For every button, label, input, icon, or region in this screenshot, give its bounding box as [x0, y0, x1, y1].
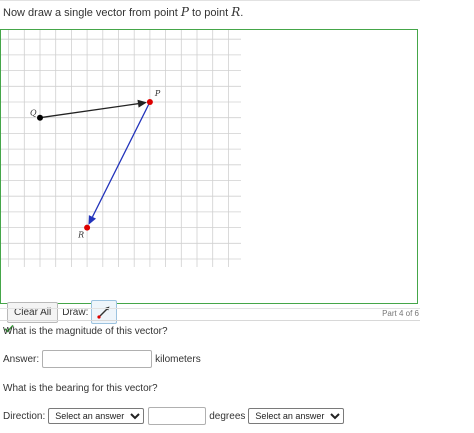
grid: [1, 30, 241, 267]
top-divider: [0, 0, 420, 1]
instruction-prefix: Now draw a single vector from point: [3, 7, 181, 19]
direction-select[interactable]: Select an answer: [48, 408, 145, 424]
point-p-label: P: [154, 89, 161, 98]
vectors: [39, 99, 151, 225]
vector-qp: [39, 103, 139, 119]
instruction-text: Now draw a single vector from point P to…: [3, 5, 243, 19]
points: Q P R: [30, 89, 161, 240]
magnitude-input[interactable]: [42, 350, 153, 368]
bearing-second-select[interactable]: Select an answer: [248, 408, 345, 424]
degrees-input[interactable]: [148, 407, 207, 425]
magnitude-answer-row: Answer: kilometers: [3, 350, 201, 368]
bearing-answer-row: Direction: Select an answer degrees Sele…: [3, 407, 345, 425]
point-r: [84, 224, 91, 231]
point-p: [146, 99, 153, 105]
instruction-point-r: R: [231, 5, 241, 19]
point-q: [37, 114, 43, 121]
vector-qp-arrowhead: [137, 99, 147, 108]
bearing-question: What is the bearing for this vector?: [3, 383, 158, 394]
vector-pr: [91, 101, 151, 218]
magnitude-question: What is the magnitude of this vector?: [3, 326, 168, 337]
graph-panel: QPR Clear All Draw:: [0, 29, 418, 333]
kilometers-unit: kilometers: [155, 353, 201, 365]
point-r-label: R: [77, 231, 84, 240]
instruction-suffix: .: [240, 7, 244, 19]
vector-draw-icon: [97, 306, 110, 319]
point-q-label: Q: [30, 109, 37, 118]
graph-canvas[interactable]: Q P R: [1, 30, 417, 303]
degrees-unit: degrees: [209, 410, 246, 422]
section-divider: [0, 320, 420, 321]
instruction-middle: to point: [189, 7, 232, 19]
part-label: Part 4 of 6: [382, 309, 419, 318]
answer-label: Answer:: [3, 353, 40, 365]
part-divider: [0, 308, 420, 309]
page: Now draw a single vector from point P to…: [0, 0, 474, 433]
direction-label: Direction:: [3, 410, 46, 422]
instruction-point-p: P: [180, 5, 189, 19]
